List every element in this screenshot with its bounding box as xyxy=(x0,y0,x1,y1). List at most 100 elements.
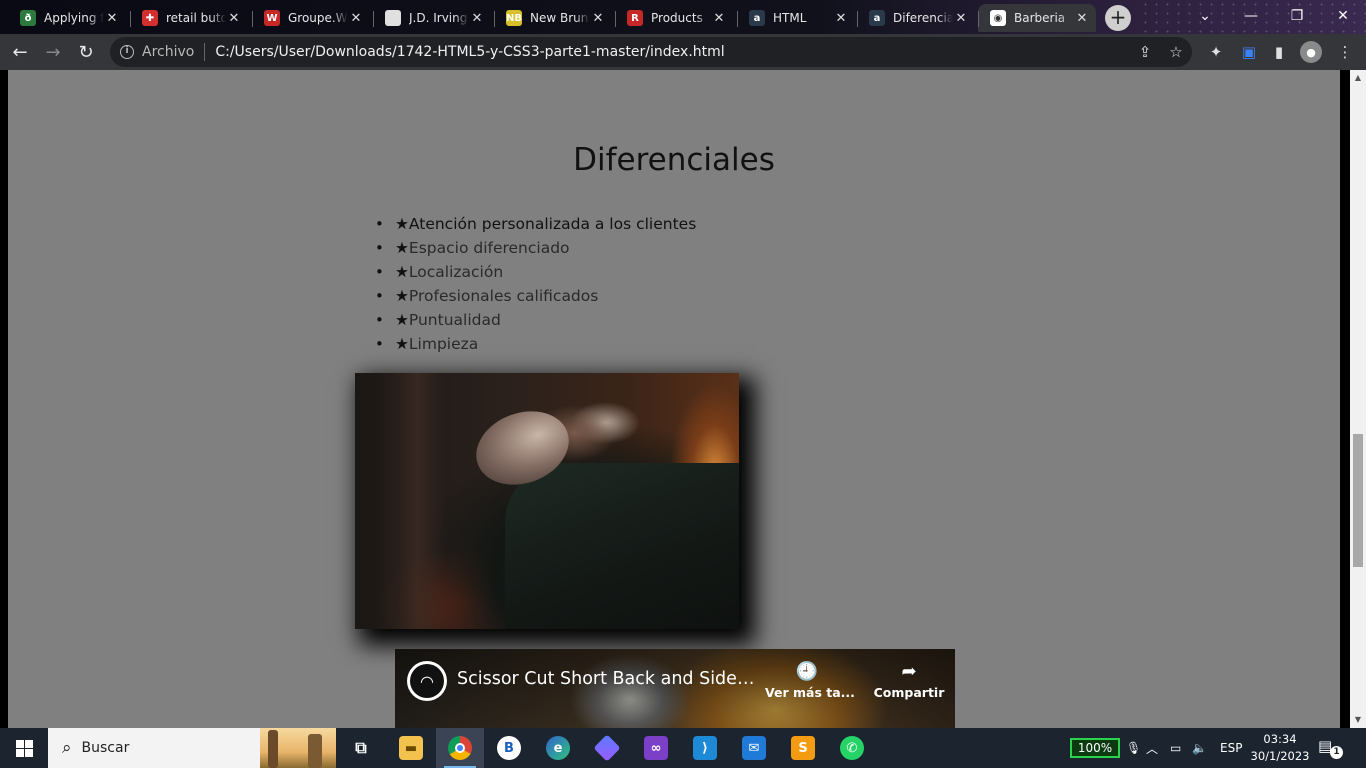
tab-strip: ð Applying f ✕ ✚ retail buto ✕ W Groupe.W ✕ J.D. … xyxy=(0,0,1366,34)
video-title[interactable]: Scissor Cut Short Back and Sides M... xyxy=(457,669,757,689)
close-window-icon[interactable]: ✕ xyxy=(1320,0,1366,32)
feature-text: Limpieza xyxy=(408,335,479,353)
browser-tab[interactable]: J.D. Irving ✕ xyxy=(373,4,491,32)
edge-icon[interactable]: e xyxy=(534,728,582,768)
vertical-scrollbar[interactable]: ▲ ▼ xyxy=(1350,70,1366,728)
feature-item: ★Limpieza xyxy=(375,332,696,356)
tab-close-icon[interactable]: ✕ xyxy=(226,11,242,26)
whatsapp-icon[interactable]: ✆ xyxy=(828,728,876,768)
beard-logo-icon: ◠ xyxy=(410,664,444,698)
star-icon: ★ xyxy=(395,335,409,353)
feature-item: ★Espacio diferenciado xyxy=(375,236,696,260)
share-arrow-icon: ➦ xyxy=(901,661,917,682)
browser-tab[interactable]: R Products ✕ xyxy=(615,4,733,32)
browser-tab[interactable]: ◉ Barberia ✕ xyxy=(978,4,1096,32)
profile-avatar[interactable]: ● xyxy=(1300,41,1322,63)
feature-text: Atención personalizada a los clientes xyxy=(408,215,697,233)
back-icon[interactable]: ← xyxy=(6,38,34,66)
scroll-down-icon[interactable]: ▼ xyxy=(1350,712,1366,728)
channel-avatar[interactable]: ◠ xyxy=(407,661,447,701)
search-highlight-image xyxy=(260,728,336,768)
feature-item: ★Puntualidad xyxy=(375,308,696,332)
search-icon: ⌕ xyxy=(62,738,72,758)
barber-photo xyxy=(355,373,739,629)
tab-favicon-icon: ð xyxy=(20,10,36,26)
clock-icon: 🕘 xyxy=(795,661,819,682)
address-bar[interactable]: i Archivo C:/Users/User/Downloads/1742-H… xyxy=(110,37,1192,67)
notification-badge: 1 xyxy=(1330,746,1343,759)
star-icon: ★ xyxy=(395,239,409,257)
notification-center-icon[interactable]: ▤ 1 xyxy=(1318,737,1344,759)
battery-indicator[interactable]: 100% xyxy=(1070,738,1120,758)
url-text[interactable]: C:/Users/User/Downloads/1742-HTML5-y-CSS… xyxy=(215,44,724,60)
tab-favicon-icon: ✚ xyxy=(142,10,158,26)
tab-title: Groupe.W xyxy=(288,11,348,25)
minimize-icon[interactable]: — xyxy=(1228,0,1274,32)
tray-chevron-icon[interactable]: ︿ xyxy=(1146,728,1158,768)
feature-text: Localización xyxy=(408,263,504,281)
tab-title: Diferencia xyxy=(893,11,953,25)
whatsapp-like-app-icon[interactable]: B xyxy=(485,728,533,768)
clock[interactable]: 03:34 30/1/2023 xyxy=(1250,731,1310,765)
taskbar-search[interactable]: ⌕ Buscar xyxy=(48,728,336,768)
power-icon[interactable]: ▭ xyxy=(1170,728,1181,768)
tab-title: HTML xyxy=(773,11,807,25)
share-icon[interactable]: ⇪ xyxy=(1134,41,1156,63)
feature-text: Espacio diferenciado xyxy=(408,239,570,257)
visual-studio-icon[interactable]: ∞ xyxy=(632,728,680,768)
browser-tab[interactable]: a Diferencia ✕ xyxy=(857,4,975,32)
browser-tab[interactable]: a HTML ✕ xyxy=(737,4,855,32)
volume-icon[interactable]: 🔈 xyxy=(1192,728,1207,768)
tab-title: New Bruns xyxy=(530,11,590,25)
mail-icon[interactable]: ✉ xyxy=(730,728,778,768)
browser-tab[interactable]: ð Applying f ✕ xyxy=(8,4,126,32)
sublime-text-icon[interactable]: S xyxy=(779,728,827,768)
browser-tab[interactable]: NB New Bruns ✕ xyxy=(494,4,612,32)
file-explorer-icon[interactable]: ▬ xyxy=(387,728,435,768)
browser-tab[interactable]: W Groupe.W ✕ xyxy=(252,4,370,32)
section-heading: Diferenciales xyxy=(573,142,775,178)
language-indicator[interactable]: ESP xyxy=(1220,728,1242,768)
page-viewport: Diferenciales ★Atención personalizada a … xyxy=(0,70,1366,728)
photo-apron-shape xyxy=(505,463,739,629)
start-button[interactable] xyxy=(0,728,48,768)
task-view-icon[interactable]: ⧉ xyxy=(337,728,385,768)
forward-icon[interactable]: → xyxy=(39,38,67,66)
tab-close-icon[interactable]: ✕ xyxy=(104,11,120,26)
youtube-embed[interactable]: ◠ Scissor Cut Short Back and Sides M... … xyxy=(395,649,955,728)
extensions-icon[interactable]: ✦ xyxy=(1205,41,1227,63)
tab-title: J.D. Irving xyxy=(409,11,468,25)
new-tab-button[interactable]: + xyxy=(1105,5,1131,31)
feature-item: ★Atención personalizada a los clientes xyxy=(375,212,696,236)
tab-close-icon[interactable]: ✕ xyxy=(711,11,727,26)
restore-icon[interactable]: ❐ xyxy=(1274,0,1320,32)
browser-tab[interactable]: ✚ retail buto ✕ xyxy=(130,4,248,32)
microphone-icon[interactable]: 🎙 xyxy=(1126,728,1141,768)
tab-favicon-icon: W xyxy=(264,10,280,26)
tab-close-icon[interactable]: ✕ xyxy=(953,11,969,26)
tab-close-icon[interactable]: ✕ xyxy=(469,11,485,26)
star-icon: ★ xyxy=(395,263,409,281)
bookmark-star-icon[interactable]: ☆ xyxy=(1165,41,1187,63)
power-automate-icon[interactable] xyxy=(583,728,631,768)
tab-title: Applying f xyxy=(44,11,104,25)
side-panel-icon[interactable]: ▮ xyxy=(1268,41,1290,63)
cast-icon[interactable]: ▣ xyxy=(1238,41,1260,63)
share-video-button[interactable]: ➦ Compartir xyxy=(867,661,951,700)
info-icon[interactable]: i xyxy=(120,45,134,59)
menu-icon[interactable]: ⋮ xyxy=(1334,41,1356,63)
tab-search-icon[interactable]: ⌄ xyxy=(1182,0,1228,32)
photo-arm-shape xyxy=(375,373,445,629)
tab-close-icon[interactable]: ✕ xyxy=(590,11,606,26)
tab-close-icon[interactable]: ✕ xyxy=(348,11,364,26)
watch-later-button[interactable]: 🕘 Ver más ta... xyxy=(765,661,855,700)
scrollbar-thumb[interactable] xyxy=(1353,434,1363,567)
chrome-icon[interactable] xyxy=(436,728,484,768)
reload-icon[interactable]: ↻ xyxy=(72,38,100,66)
tab-close-icon[interactable]: ✕ xyxy=(833,11,849,26)
tab-favicon-icon: R xyxy=(627,10,643,26)
tab-favicon-icon xyxy=(385,10,401,26)
vscode-icon[interactable]: ⟩ xyxy=(681,728,729,768)
tab-close-icon[interactable]: ✕ xyxy=(1074,11,1090,26)
scroll-up-icon[interactable]: ▲ xyxy=(1350,70,1366,86)
